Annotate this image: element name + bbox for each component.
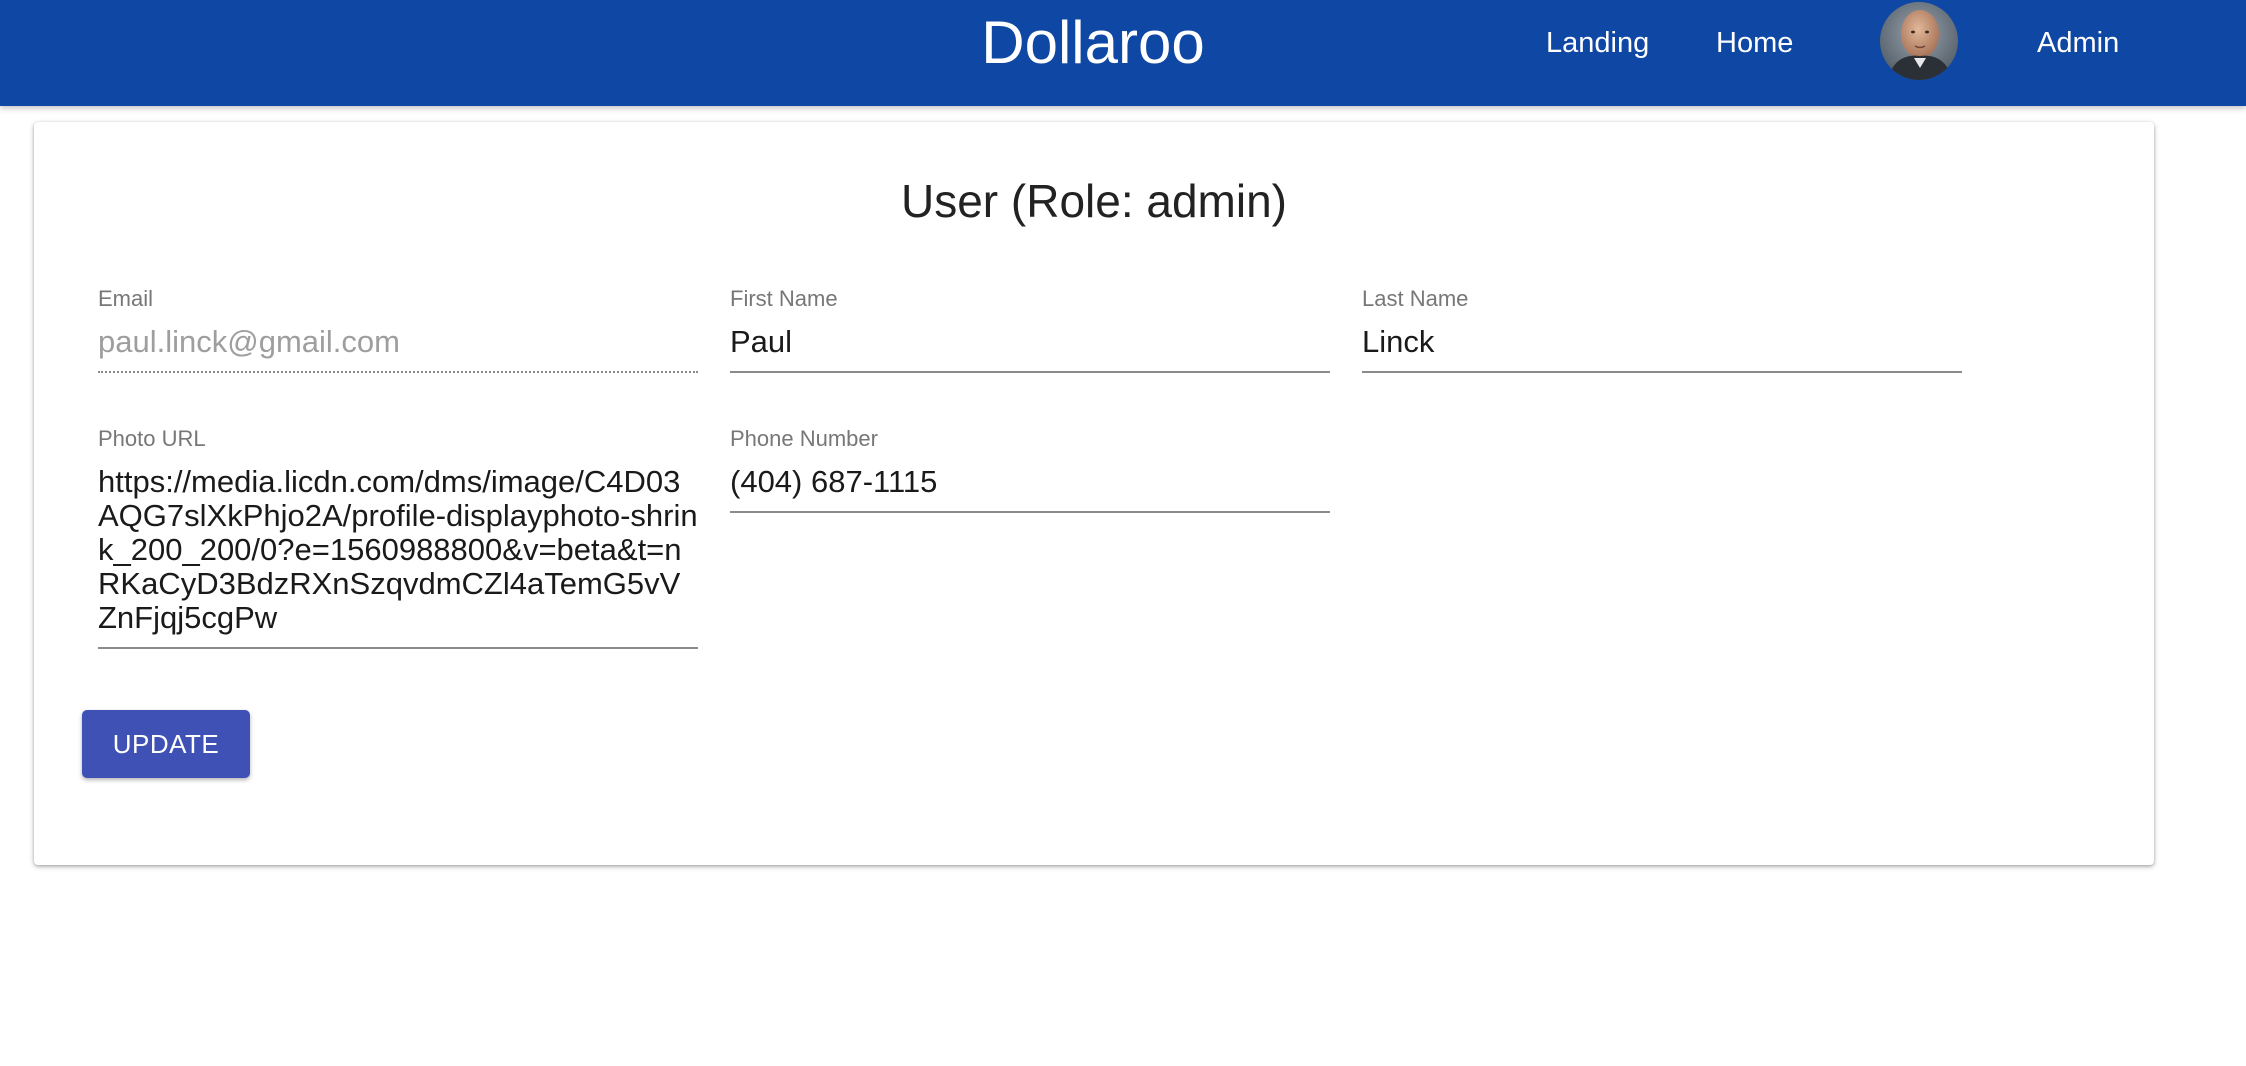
photo-url-input[interactable]: https://media.licdn.com/dms/image/C4D03A… — [98, 465, 698, 649]
phone-field: Phone Number (404) 687-1115 — [730, 425, 1330, 513]
last-name-field: Last Name Linck — [1362, 285, 1962, 373]
email-input: paul.linck@gmail.com — [98, 325, 698, 373]
email-label: Email — [98, 286, 154, 311]
phone-label: Phone Number — [730, 426, 878, 451]
last-name-input[interactable]: Linck — [1362, 325, 1962, 373]
email-field: Email paul.linck@gmail.com — [98, 285, 698, 373]
last-name-label: Last Name — [1362, 286, 1469, 311]
nav-admin-link[interactable]: Admin — [2037, 0, 2119, 86]
nav-landing-link[interactable]: Landing — [1546, 0, 1649, 86]
photo-url-field: Photo URL https://media.licdn.com/dms/im… — [98, 425, 698, 649]
user-card: User (Role: admin) Email paul.linck@gmai… — [34, 122, 2154, 865]
photo-url-label: Photo URL — [98, 426, 206, 451]
first-name-field: First Name Paul — [730, 285, 1330, 373]
update-button[interactable]: UPDATE — [82, 710, 250, 778]
avatar-photo-icon — [1880, 2, 1958, 80]
user-avatar[interactable] — [1880, 2, 1958, 80]
phone-input[interactable]: (404) 687-1115 — [730, 465, 1330, 513]
first-name-label: First Name — [730, 286, 838, 311]
nav-home-link[interactable]: Home — [1716, 0, 1793, 86]
page-title: User (Role: admin) — [901, 175, 1287, 227]
app-bar: Dollaroo Landing Home Admin — [0, 0, 2246, 106]
brand-title[interactable]: Dollaroo — [0, 0, 2186, 86]
first-name-input[interactable]: Paul — [730, 325, 1330, 373]
